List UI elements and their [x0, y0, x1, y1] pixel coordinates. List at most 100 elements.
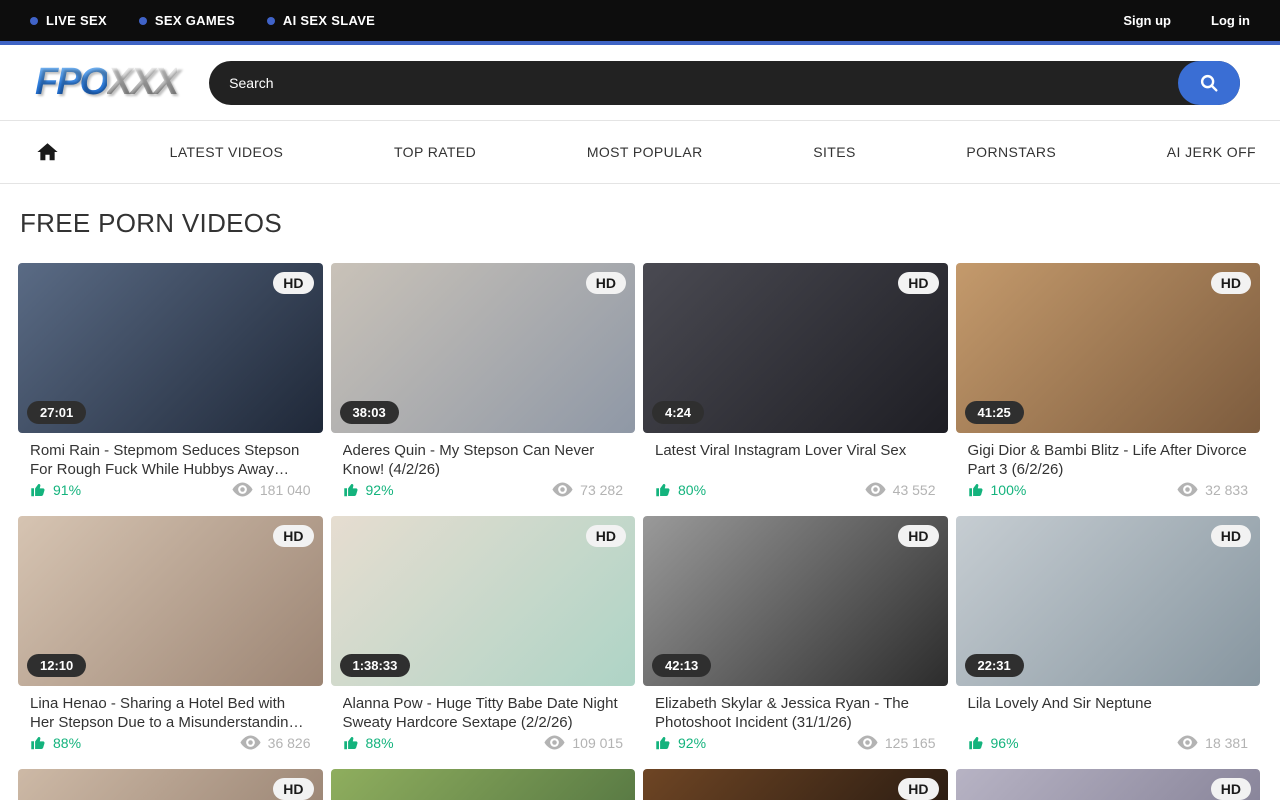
video-thumbnail[interactable]: [331, 769, 636, 800]
topbar-link-ai-sex-slave[interactable]: AI SEX SLAVE: [267, 13, 375, 28]
video-card[interactable]: HD 27:01 Romi Rain - Stepmom Seduces Ste…: [18, 263, 323, 508]
eye-icon: [865, 482, 886, 497]
eye-icon: [544, 735, 565, 750]
video-title[interactable]: Lina Henao - Sharing a Hotel Bed with He…: [30, 695, 311, 732]
video-title[interactable]: Alanna Pow - Huge Titty Babe Date Night …: [343, 695, 624, 732]
views-number: 109 015: [572, 735, 623, 751]
nav-home[interactable]: [36, 141, 59, 163]
site-logo[interactable]: FPOXXX: [35, 61, 177, 104]
video-title[interactable]: Gigi Dior & Bambi Blitz - Life After Div…: [968, 442, 1249, 479]
video-thumbnail[interactable]: HD 12:10: [18, 516, 323, 686]
main-content: FREE PORN VIDEOS HD 27:01 Romi Rain - St…: [0, 208, 1280, 800]
video-info: Aderes Quin - My Stepson Can Never Know!…: [331, 433, 636, 508]
duration-badge: 1:38:33: [340, 654, 411, 677]
view-count: 125 165: [857, 735, 936, 751]
views-number: 36 826: [268, 735, 311, 751]
thumbs-up-icon: [343, 481, 360, 498]
nav-top-rated[interactable]: TOP RATED: [394, 144, 476, 160]
video-info: Romi Rain - Stepmom Seduces Stepson For …: [18, 433, 323, 508]
views-number: 43 552: [893, 482, 936, 498]
video-card[interactable]: HD 22:31 Lila Lovely And Sir Neptune 96%: [956, 516, 1261, 761]
thumbs-up-icon: [30, 734, 47, 751]
video-card[interactable]: [331, 769, 636, 800]
video-stats: 100% 32 833: [968, 481, 1249, 498]
hd-badge: HD: [1211, 778, 1251, 800]
hd-badge: HD: [273, 525, 313, 547]
views-number: 32 833: [1205, 482, 1248, 498]
search-icon: [1198, 72, 1220, 94]
sign-up-link[interactable]: Sign up: [1123, 13, 1171, 28]
topbar-link-sex-games[interactable]: SEX GAMES: [139, 13, 235, 28]
logo-part-1: FPO: [35, 61, 107, 103]
video-title[interactable]: Romi Rain - Stepmom Seduces Stepson For …: [30, 442, 311, 479]
topbar-link-label: AI SEX SLAVE: [283, 13, 375, 28]
video-title[interactable]: Elizabeth Skylar & Jessica Ryan - The Ph…: [655, 695, 936, 732]
nav-most-popular[interactable]: MOST POPULAR: [587, 144, 703, 160]
topbar-links: LIVE SEX SEX GAMES AI SEX SLAVE: [30, 13, 375, 28]
video-stats: 80% 43 552: [655, 481, 936, 498]
video-title[interactable]: Latest Viral Instagram Lover Viral Sex: [655, 442, 936, 461]
video-stats: 91% 181 040: [30, 481, 311, 498]
video-card[interactable]: HD 12:10 Lina Henao - Sharing a Hotel Be…: [18, 516, 323, 761]
main-nav: LATEST VIDEOS TOP RATED MOST POPULAR SIT…: [0, 120, 1280, 184]
likes-rating: 91%: [30, 481, 81, 498]
home-icon: [36, 141, 59, 163]
video-thumbnail[interactable]: HD: [643, 769, 948, 800]
search-button[interactable]: [1178, 61, 1240, 105]
video-card[interactable]: HD 1:38:33 Alanna Pow - Huge Titty Babe …: [331, 516, 636, 761]
views-number: 181 040: [260, 482, 311, 498]
duration-badge: 4:24: [652, 401, 704, 424]
video-thumbnail[interactable]: HD 27:01: [18, 263, 323, 433]
eye-icon: [1177, 735, 1198, 750]
thumbs-up-icon: [655, 481, 672, 498]
hd-badge: HD: [273, 778, 313, 800]
thumbs-up-icon: [343, 734, 360, 751]
video-thumbnail[interactable]: HD 22:31: [956, 516, 1261, 686]
duration-badge: 12:10: [27, 654, 86, 677]
likes-percent: 100%: [991, 482, 1027, 498]
duration-badge: 41:25: [965, 401, 1024, 424]
views-number: 125 165: [885, 735, 936, 751]
video-thumbnail[interactable]: HD 38:03: [331, 263, 636, 433]
likes-rating: 88%: [30, 734, 81, 751]
video-stats: 92% 73 282: [343, 481, 624, 498]
nav-pornstars[interactable]: PORNSTARS: [966, 144, 1056, 160]
likes-percent: 80%: [678, 482, 706, 498]
video-thumbnail[interactable]: HD: [18, 769, 323, 800]
video-card[interactable]: HD: [18, 769, 323, 800]
nav-latest-videos[interactable]: LATEST VIDEOS: [170, 144, 284, 160]
bullet-dot-icon: [30, 17, 38, 25]
nav-ai-jerk-off[interactable]: AI JERK OFF: [1167, 144, 1256, 160]
likes-percent: 96%: [991, 735, 1019, 751]
video-card[interactable]: HD 41:25 Gigi Dior & Bambi Blitz - Life …: [956, 263, 1261, 508]
video-card[interactable]: HD 38:03 Aderes Quin - My Stepson Can Ne…: [331, 263, 636, 508]
nav-sites[interactable]: SITES: [813, 144, 855, 160]
video-card[interactable]: HD 4:24 Latest Viral Instagram Lover Vir…: [643, 263, 948, 508]
eye-icon: [857, 735, 878, 750]
duration-badge: 42:13: [652, 654, 711, 677]
view-count: 43 552: [865, 482, 936, 498]
video-card[interactable]: HD: [956, 769, 1261, 800]
search-input[interactable]: [209, 61, 1240, 105]
video-title[interactable]: Aderes Quin - My Stepson Can Never Know!…: [343, 442, 624, 479]
logo-part-2: XXX: [107, 61, 177, 103]
likes-rating: 80%: [655, 481, 706, 498]
likes-percent: 91%: [53, 482, 81, 498]
video-thumbnail[interactable]: HD 41:25: [956, 263, 1261, 433]
video-thumbnail[interactable]: HD 4:24: [643, 263, 948, 433]
video-thumbnail[interactable]: HD: [956, 769, 1261, 800]
views-number: 18 381: [1205, 735, 1248, 751]
topbar-link-live-sex[interactable]: LIVE SEX: [30, 13, 107, 28]
video-title[interactable]: Lila Lovely And Sir Neptune: [968, 695, 1249, 714]
hd-badge: HD: [898, 778, 938, 800]
duration-badge: 27:01: [27, 401, 86, 424]
log-in-link[interactable]: Log in: [1211, 13, 1250, 28]
video-card[interactable]: HD: [643, 769, 948, 800]
video-info: Alanna Pow - Huge Titty Babe Date Night …: [331, 686, 636, 761]
video-card[interactable]: HD 42:13 Elizabeth Skylar & Jessica Ryan…: [643, 516, 948, 761]
topbar-link-label: LIVE SEX: [46, 13, 107, 28]
topbar-link-label: SEX GAMES: [155, 13, 235, 28]
video-thumbnail[interactable]: HD 1:38:33: [331, 516, 636, 686]
video-thumbnail[interactable]: HD 42:13: [643, 516, 948, 686]
duration-badge: 22:31: [965, 654, 1024, 677]
